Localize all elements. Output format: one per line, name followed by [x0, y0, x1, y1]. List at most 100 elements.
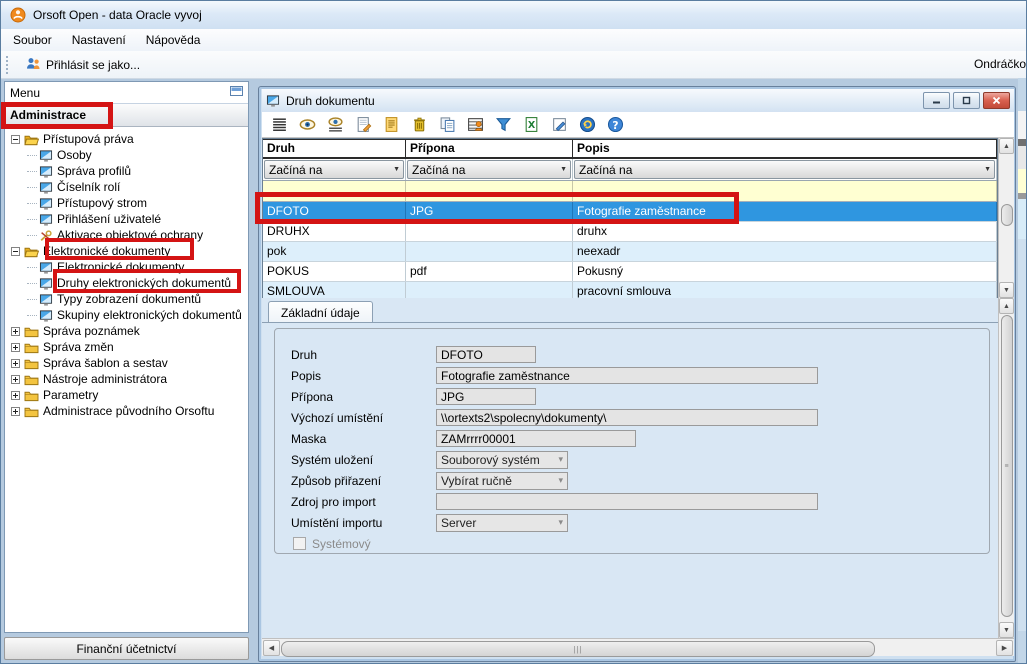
tree-item-druhy-elektronickych-dokumentu[interactable]: Druhy elektronických dokumentů	[5, 275, 248, 291]
plus-expander-icon[interactable]	[11, 391, 20, 400]
tree-item-administrace-puvodniho-orsoftu[interactable]: Administrace původního Orsoftu	[5, 403, 248, 419]
detail-vertical-scrollbar[interactable]: ▲ ≡ ▼	[998, 298, 1014, 638]
person-grid-icon[interactable]	[466, 116, 484, 134]
popis-input[interactable]: Fotografie zaměstnance	[436, 367, 818, 384]
field-label: Výchozí umístění	[291, 411, 436, 425]
plus-expander-icon[interactable]	[11, 343, 20, 352]
filter-operator-dropdown-popis[interactable]: Začíná na▼	[574, 160, 995, 179]
document-window-titlebar: Druh dokumentu	[262, 89, 1014, 112]
minus-expander-icon[interactable]	[11, 247, 20, 256]
druh-input[interactable]: DFOTO	[436, 346, 536, 363]
system-ulozeni-dropdown[interactable]: Souborový systém▾	[436, 451, 568, 469]
close-button[interactable]	[983, 92, 1010, 109]
refresh-icon[interactable]	[578, 116, 596, 134]
tree-item-skupiny-elektronickych-dokumentu[interactable]: Skupiny elektronických dokumentů	[5, 307, 248, 323]
minus-expander-icon[interactable]	[11, 135, 20, 144]
help-icon[interactable]: ?	[606, 116, 624, 134]
tree-item-elektronicke-dokumenty[interactable]: Elektronické dokumenty	[5, 243, 248, 259]
form-icon	[39, 149, 53, 162]
form-icon	[39, 165, 53, 178]
horizontal-scrollbar[interactable]: ◀ ||| ▶	[262, 638, 1014, 656]
tree-item-sprava-sablon-a-sestav[interactable]: Správa šablon a sestav	[5, 355, 248, 371]
tree-item-parametry[interactable]: Parametry	[5, 387, 248, 403]
scroll-up-icon[interactable]: ▲	[999, 298, 1014, 314]
zpusob-prirazeni-dropdown[interactable]: Vybírat ručně▾	[436, 472, 568, 490]
minimize-button[interactable]	[923, 92, 950, 109]
form-icon	[39, 277, 53, 290]
column-header-pripona[interactable]: Přípona	[406, 140, 573, 157]
tree-item-sprava-poznamek[interactable]: Správa poznámek	[5, 323, 248, 339]
excel-export-icon[interactable]: X	[522, 116, 540, 134]
column-header-popis[interactable]: Popis	[573, 140, 997, 157]
pripona-input[interactable]: JPG	[436, 388, 536, 405]
horizontal-scroll-thumb[interactable]: |||	[281, 641, 875, 657]
menu-item-soubor[interactable]: Soubor	[3, 30, 62, 50]
filter-operator-dropdown-druh[interactable]: Začíná na▼	[264, 160, 404, 179]
column-header-druh[interactable]: Druh	[263, 140, 406, 157]
vychozi-umisteni-input[interactable]: \\ortexts2\spolecny\dokumenty\	[436, 409, 818, 426]
filter-cell: Začíná na▼	[406, 159, 573, 180]
menu-bar: SouborNastaveníNápověda	[1, 29, 1027, 52]
scroll-up-icon[interactable]: ▲	[999, 138, 1014, 154]
delete-icon[interactable]	[410, 116, 428, 134]
plus-expander-icon[interactable]	[11, 407, 20, 416]
tree-item-nastroje-administratora[interactable]: Nástroje administrátora	[5, 371, 248, 387]
filter-input-popis[interactable]	[573, 181, 997, 201]
financni-ucetnictvi-button[interactable]: Finanční účetnictví	[4, 637, 249, 660]
eye-icon[interactable]	[298, 116, 316, 134]
filter-operator-dropdown-pripona[interactable]: Začíná na▼	[407, 160, 571, 179]
filter-icon[interactable]	[494, 116, 512, 134]
table-row-pokus[interactable]: POKUSpdfPokusný	[263, 262, 997, 282]
tree-item-ciselnik-roli[interactable]: Číselník rolí	[5, 179, 248, 195]
scroll-right-icon[interactable]: ▶	[996, 640, 1013, 656]
tree-item-prihlaseni-uzivatele[interactable]: Přihlášení uživatelé	[5, 211, 248, 227]
eye-rows-icon[interactable]	[326, 116, 344, 134]
scroll-left-icon[interactable]: ◀	[263, 640, 280, 656]
menu-item-nastaveni[interactable]: Nastavení	[62, 30, 136, 50]
restore-button[interactable]	[953, 92, 980, 109]
plus-expander-icon[interactable]	[11, 375, 20, 384]
systemovy-checkbox[interactable]	[293, 537, 306, 550]
zdroj-pro-import-input[interactable]	[436, 493, 818, 510]
plus-expander-icon[interactable]	[11, 359, 20, 368]
table-row-dfoto[interactable]: DFOTOJPGFotografie zaměstnance	[263, 202, 997, 222]
table-scroll-thumb[interactable]	[1001, 204, 1013, 226]
filter-input-druh[interactable]	[263, 181, 406, 201]
document-toolbar: X?	[262, 112, 1014, 138]
scroll-down-icon[interactable]: ▼	[999, 282, 1014, 298]
form-icon	[39, 181, 53, 194]
field-label: Popis	[291, 369, 436, 383]
section-header-administrace[interactable]: Administrace	[5, 104, 248, 127]
copy-document-icon[interactable]	[438, 116, 456, 134]
rows-icon[interactable]	[270, 116, 288, 134]
new-document-icon[interactable]	[354, 116, 372, 134]
tree-item-label: Elektronické dokumenty	[57, 260, 184, 274]
tree-item-sprava-zmen[interactable]: Správa změn	[5, 339, 248, 355]
tree-item-osoby[interactable]: Osoby	[5, 147, 248, 163]
umisteni-importu-dropdown[interactable]: Server▾	[436, 514, 568, 532]
scroll-down-icon[interactable]: ▼	[999, 622, 1014, 638]
detail-scroll-thumb[interactable]: ≡	[1001, 315, 1013, 617]
tab-zakladni-udaje[interactable]: Základní údaje	[268, 301, 373, 323]
table-vertical-scrollbar[interactable]: ▲ ▼	[998, 138, 1014, 298]
tree-item-typy-zobrazeni-dokumentu[interactable]: Typy zobrazení dokumentů	[5, 291, 248, 307]
menu-item-napoveda[interactable]: Nápověda	[136, 30, 211, 50]
tree-guide	[27, 283, 37, 284]
field-row-vychozi-umisteni: Výchozí umístění\\ortexts2\spolecny\doku…	[291, 408, 989, 427]
edit-cell-icon[interactable]	[550, 116, 568, 134]
collapse-panel-icon[interactable]	[230, 85, 243, 100]
folder-icon	[24, 405, 39, 418]
tree-item-elektronicke-dokumenty[interactable]: Elektronické dokumenty	[5, 259, 248, 275]
tree-item-sprava-profilu[interactable]: Správa profilů	[5, 163, 248, 179]
plus-expander-icon[interactable]	[11, 327, 20, 336]
login-as-button[interactable]: Přihlásit se jako...	[19, 54, 146, 76]
maska-input[interactable]: ZAMrrrr00001	[436, 430, 636, 447]
window-title: Orsoft Open - data Oracle vyvoj	[33, 8, 202, 22]
tree-item-pristupovy-strom[interactable]: Přístupový strom	[5, 195, 248, 211]
table-row-pok[interactable]: pokneexadr	[263, 242, 997, 262]
table-row-druhx[interactable]: DRUHXdruhx	[263, 222, 997, 242]
tree-item-aktivace-objektove-ochrany[interactable]: Aktivace objektové ochrany	[5, 227, 248, 243]
edit-document-icon[interactable]	[382, 116, 400, 134]
filter-input-pripona[interactable]	[406, 181, 573, 201]
tree-item-pristupova-prava[interactable]: Přístupová práva	[5, 131, 248, 147]
